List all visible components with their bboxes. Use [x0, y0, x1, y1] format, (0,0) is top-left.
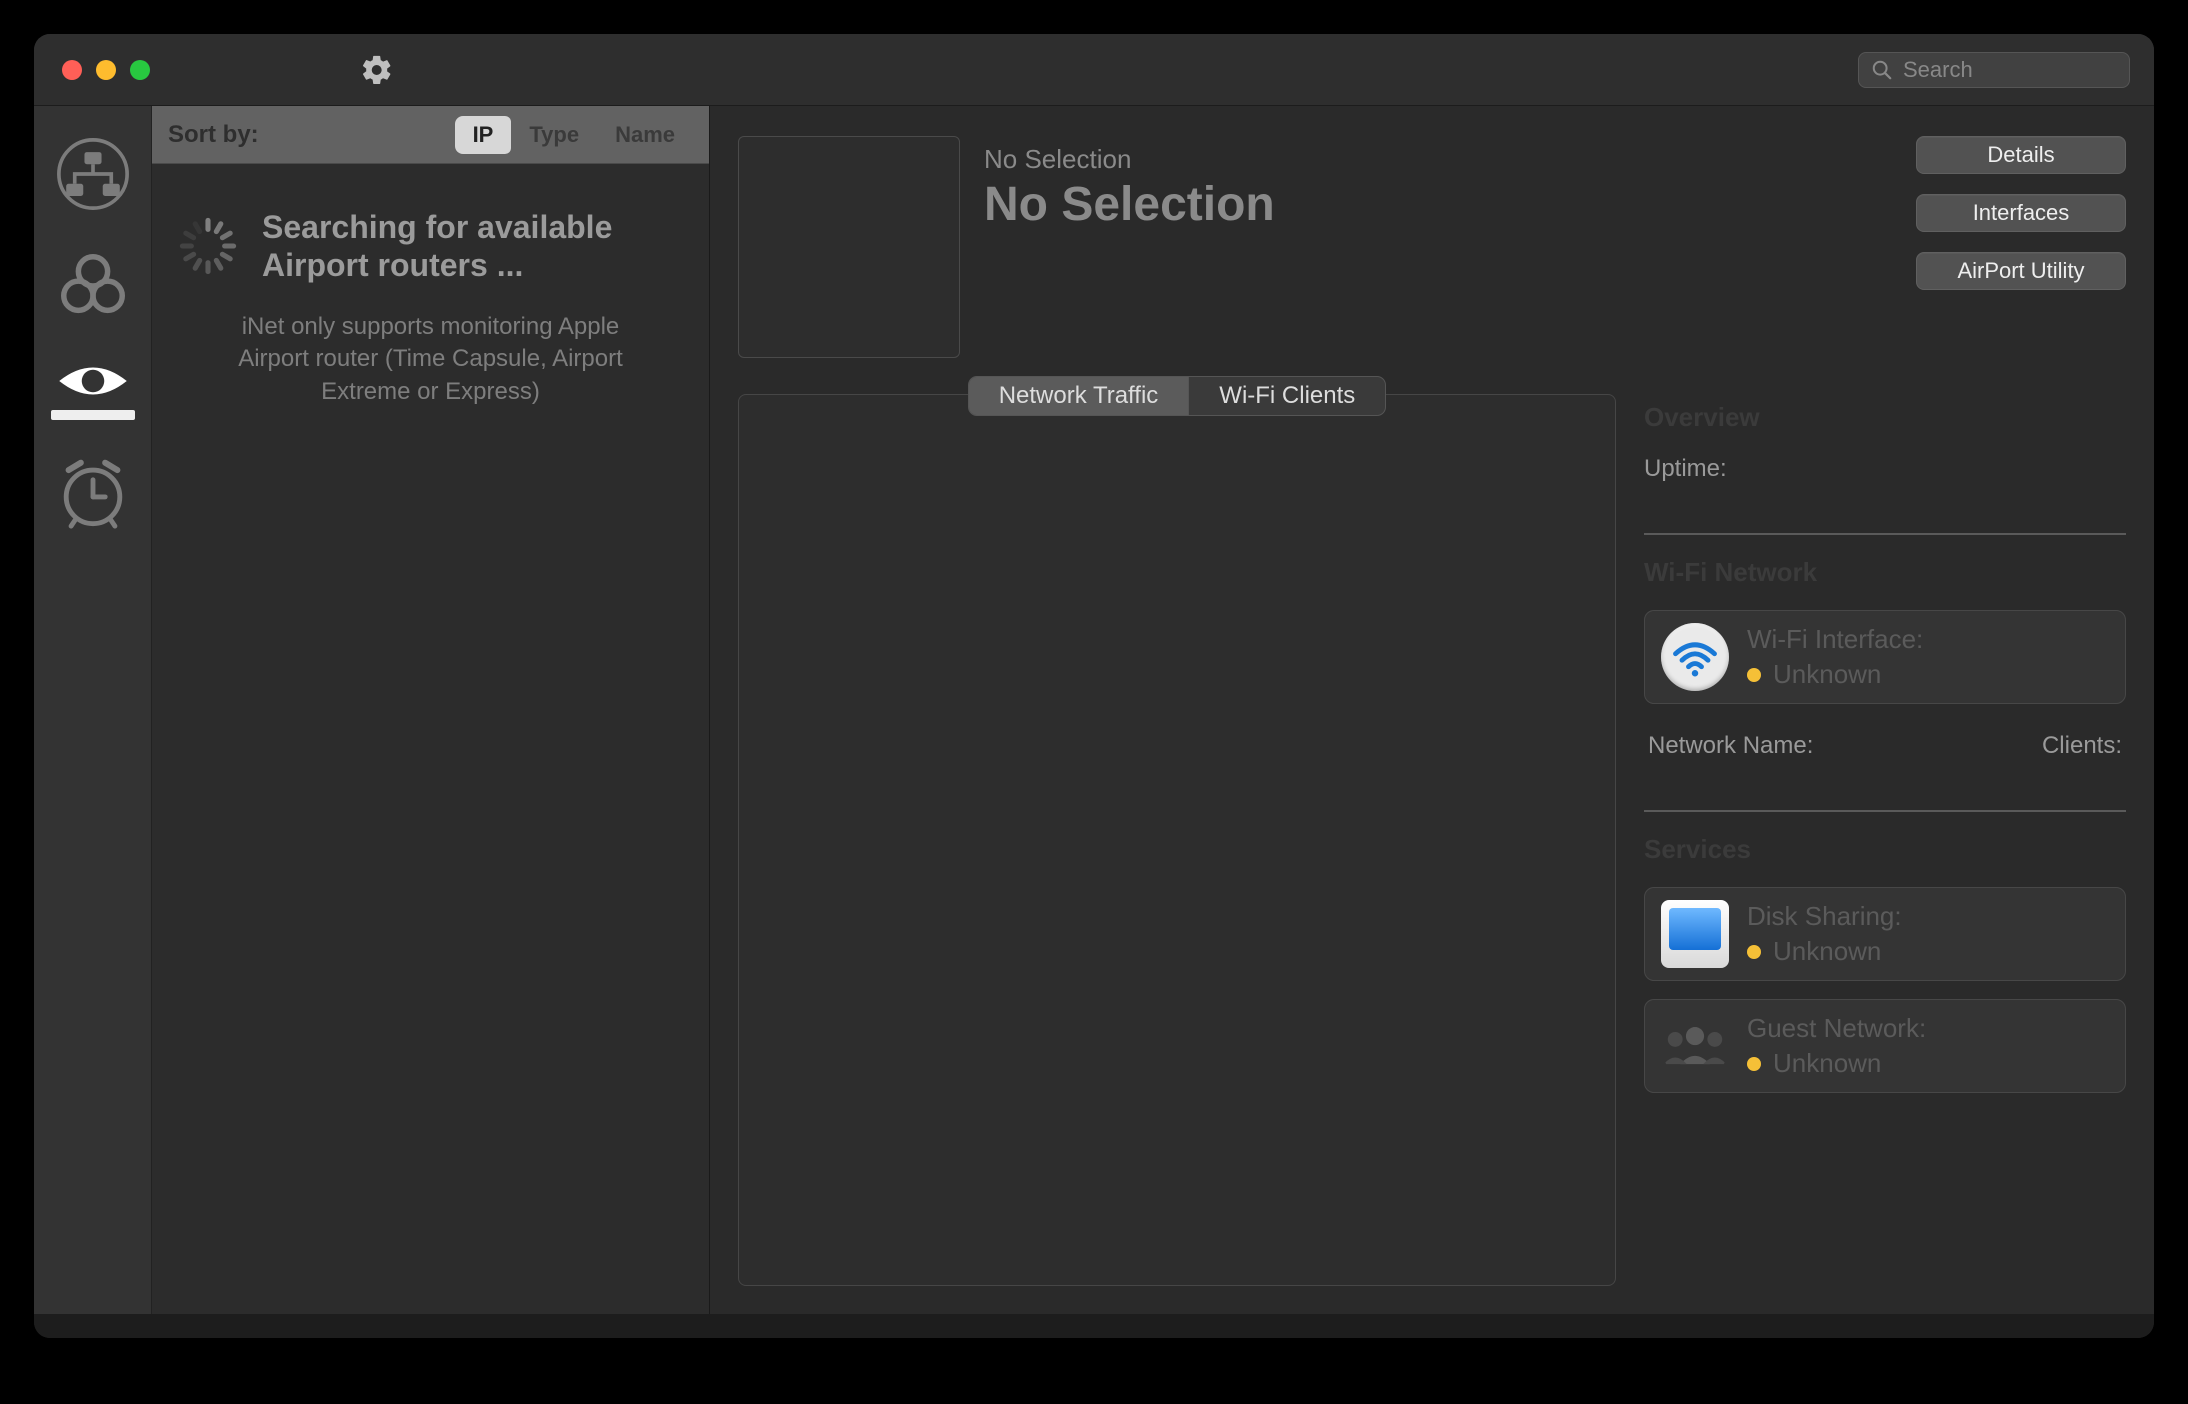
device-list-column: Sort by: IP Type Name	[152, 106, 710, 1314]
status-dot-icon	[1747, 1057, 1761, 1071]
status-dot-icon	[1747, 668, 1761, 682]
searching-title: Searching for available Airport routers …	[262, 208, 685, 285]
divider	[1644, 810, 2126, 812]
disk-icon	[1661, 900, 1729, 968]
rail-network-button[interactable]	[53, 134, 133, 214]
wifi-interface-status: Unknown	[1773, 659, 1881, 690]
sort-type-button[interactable]: Type	[511, 116, 597, 154]
details-button[interactable]: Details	[1916, 136, 2126, 174]
search-input[interactable]	[1903, 57, 2154, 83]
wifi-icon	[1661, 623, 1729, 691]
wifi-interface-label: Wi-Fi Interface:	[1747, 624, 1923, 655]
interfaces-button[interactable]: Interfaces	[1916, 194, 2126, 232]
eye-icon	[57, 358, 129, 404]
clients-label: Clients:	[2042, 732, 2122, 760]
guest-network-status: Unknown	[1773, 1048, 1881, 1079]
tab-network-traffic[interactable]: Network Traffic	[969, 377, 1189, 415]
sidebar-rail	[34, 106, 152, 1314]
window-controls	[62, 60, 150, 80]
traffic-panel: Network Traffic Wi-Fi Clients	[738, 394, 1616, 1286]
spinner-icon	[176, 214, 240, 278]
selection-title: No Selection	[984, 177, 1892, 232]
section-overview-heading: Overview	[1644, 402, 2126, 433]
rail-bonjour-button[interactable]	[53, 246, 133, 326]
rail-wake-button[interactable]	[53, 452, 133, 532]
sort-name-button[interactable]: Name	[597, 116, 693, 154]
footer-strip	[34, 1314, 2154, 1338]
device-preview-box	[738, 136, 960, 358]
app-window: Sort by: IP Type Name	[34, 34, 2154, 1338]
disk-sharing-label: Disk Sharing:	[1747, 901, 1902, 932]
settings-button[interactable]	[360, 53, 394, 87]
divider	[1644, 533, 2126, 535]
device-bar-icon	[51, 410, 135, 420]
network-topology-icon	[54, 135, 132, 213]
traffic-tabbar: Network Traffic Wi-Fi Clients	[968, 376, 1387, 416]
guest-network-card[interactable]: Guest Network: Unknown	[1644, 999, 2126, 1093]
search-icon	[1871, 59, 1893, 81]
minimize-window-button[interactable]	[96, 60, 116, 80]
disk-sharing-status: Unknown	[1773, 936, 1881, 967]
search-field[interactable]	[1858, 52, 2130, 88]
alarm-clock-icon	[54, 453, 132, 531]
rail-airport-button[interactable]	[53, 358, 133, 420]
detail-column: No Selection No Selection Details Interf…	[710, 106, 2154, 1314]
airport-utility-button[interactable]: AirPort Utility	[1916, 252, 2126, 290]
sort-header: Sort by: IP Type Name	[152, 106, 709, 164]
info-column: Overview Uptime: Wi-Fi Network	[1644, 394, 2126, 1286]
disk-sharing-card[interactable]: Disk Sharing: Unknown	[1644, 887, 2126, 981]
searching-panel: Searching for available Airport routers …	[152, 164, 709, 408]
sort-segmented-control: IP Type Name	[455, 116, 693, 154]
fullscreen-window-button[interactable]	[130, 60, 150, 80]
network-name-label: Network Name:	[1648, 732, 1813, 760]
gear-icon	[360, 53, 394, 87]
selection-subtitle: No Selection	[984, 144, 1892, 175]
guest-network-label: Guest Network:	[1747, 1013, 1926, 1044]
section-services-heading: Services	[1644, 834, 2126, 865]
people-icon	[1661, 1012, 1729, 1080]
searching-subtitle: iNet only supports monitoring Apple Airp…	[176, 311, 685, 408]
uptime-label: Uptime:	[1644, 455, 1727, 482]
sort-by-label: Sort by:	[168, 121, 259, 149]
status-dot-icon	[1747, 945, 1761, 959]
titlebar	[34, 34, 2154, 106]
sort-ip-button[interactable]: IP	[455, 116, 512, 154]
section-network-heading: Wi-Fi Network	[1644, 557, 2126, 588]
wifi-interface-card[interactable]: Wi-Fi Interface: Unknown	[1644, 610, 2126, 704]
bonjour-icon	[54, 247, 132, 325]
close-window-button[interactable]	[62, 60, 82, 80]
tab-wifi-clients[interactable]: Wi-Fi Clients	[1188, 377, 1385, 415]
